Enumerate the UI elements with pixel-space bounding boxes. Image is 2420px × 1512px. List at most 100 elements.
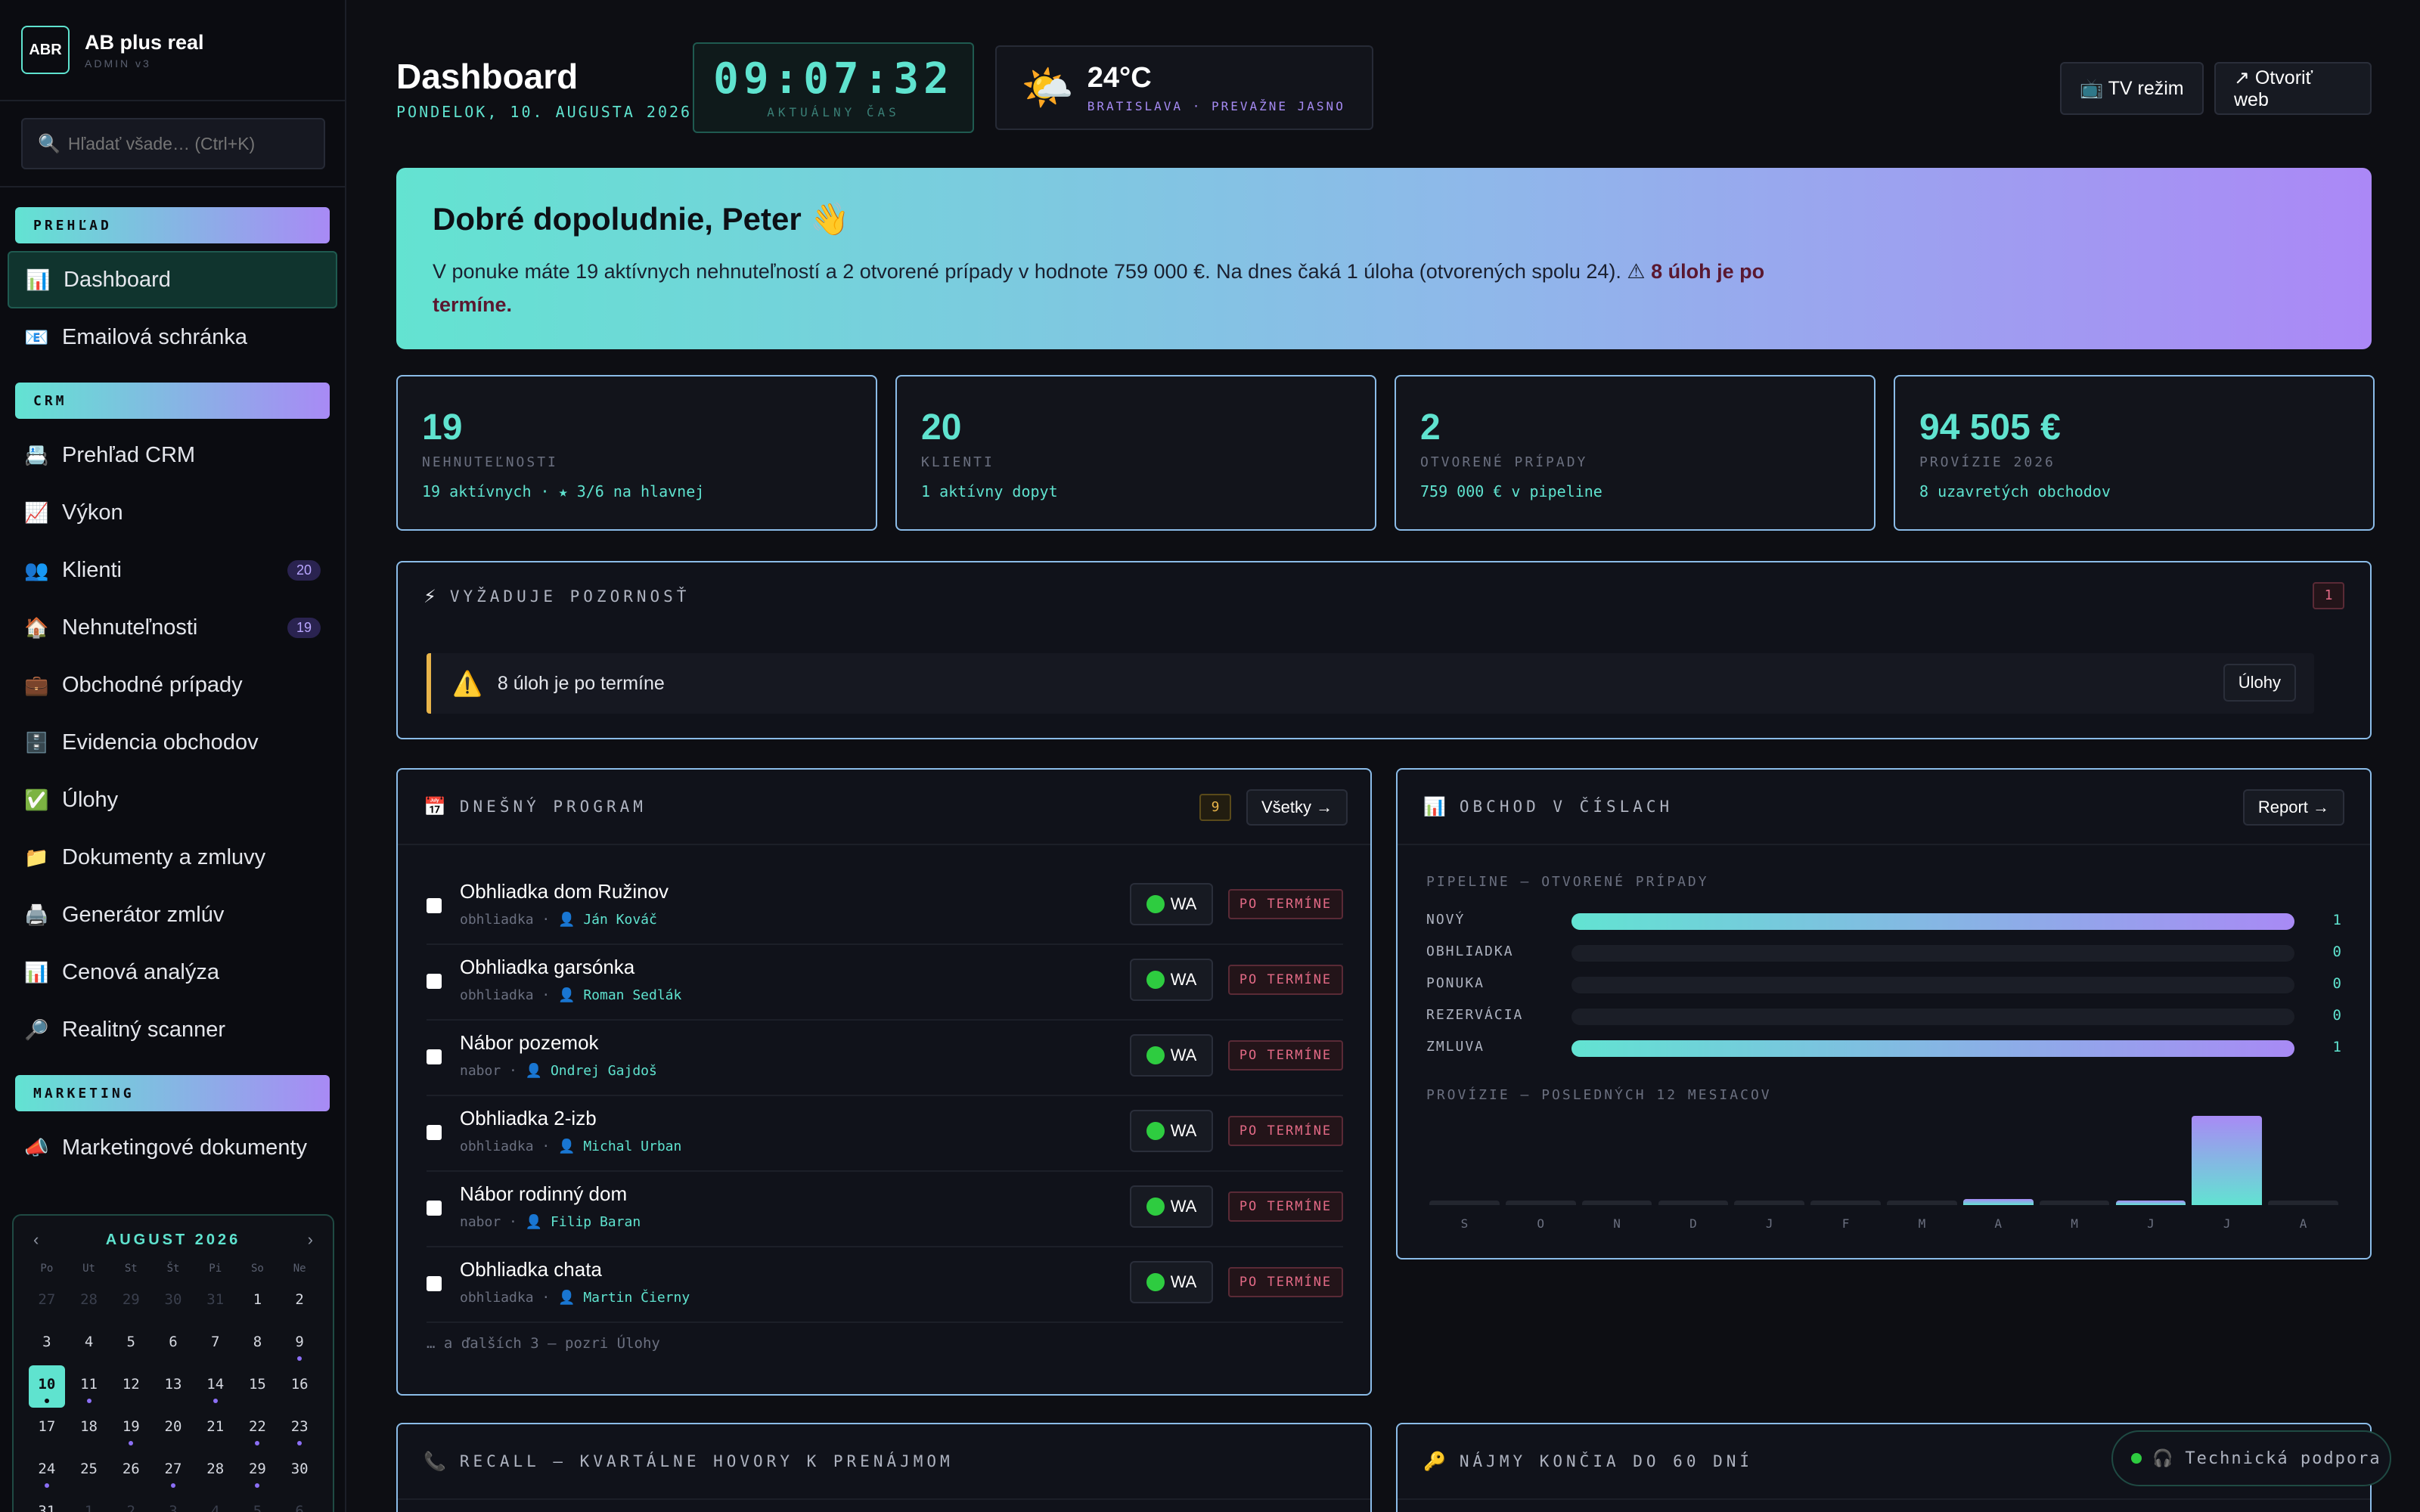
calendar-day[interactable]: 18 — [68, 1408, 110, 1450]
task-checkbox[interactable] — [427, 1125, 442, 1140]
calendar-day[interactable]: 7 — [194, 1323, 237, 1365]
calendar-day[interactable]: 13 — [152, 1365, 194, 1408]
task-title[interactable]: Obhliadka garsónka — [460, 956, 634, 979]
calendar-day[interactable]: 24 — [26, 1450, 68, 1492]
overdue-badge: PO TERMÍNE — [1228, 889, 1343, 919]
support-button[interactable]: 🎧 Technická podpora — [2111, 1430, 2391, 1486]
calendar-day[interactable]: 14 — [194, 1365, 237, 1408]
calendar-day[interactable]: 29 — [110, 1281, 152, 1323]
calendar-day[interactable]: 1 — [237, 1281, 279, 1323]
calendar-day[interactable]: 5 — [110, 1323, 152, 1365]
calendar-day[interactable]: 26 — [110, 1450, 152, 1492]
calendar-day[interactable]: 16 — [278, 1365, 321, 1408]
search-input[interactable] — [67, 133, 309, 154]
calendar-day[interactable]: 12 — [110, 1365, 152, 1408]
whatsapp-button[interactable]: WA — [1130, 883, 1213, 925]
task-client[interactable]: Roman Sedlák — [583, 987, 681, 1003]
whatsapp-button[interactable]: WA — [1130, 959, 1213, 1001]
calendar-day[interactable]: 6 — [152, 1323, 194, 1365]
calendar-day[interactable]: 25 — [68, 1450, 110, 1492]
calendar-day[interactable]: 3 — [152, 1492, 194, 1512]
task-client[interactable]: Filip Baran — [551, 1214, 641, 1230]
task-client[interactable]: Martin Čierny — [583, 1290, 690, 1306]
task-checkbox[interactable] — [427, 1201, 442, 1216]
task-title[interactable]: Nábor rodinný dom — [460, 1182, 627, 1206]
calendar-day[interactable]: 30 — [278, 1450, 321, 1492]
calendar-day[interactable]: 9 — [278, 1323, 321, 1365]
task-checkbox[interactable] — [427, 974, 442, 989]
kpi-card[interactable]: 19 NEHNUTEĽNOSTI 19 aktívnych · ★ 3/6 na h… — [396, 375, 877, 531]
calendar-day[interactable]: 2 — [278, 1281, 321, 1323]
calendar-day[interactable]: 31 — [194, 1281, 237, 1323]
whatsapp-button[interactable]: WA — [1130, 1034, 1213, 1077]
sidebar-item-label: Dokumenty a zmluvy — [62, 844, 266, 869]
kpi-card[interactable]: 2 OTVORENÉ PRÍPADY 759 000 € v pipeline — [1395, 375, 1876, 531]
tasks-button[interactable]: Úlohy — [2223, 664, 2296, 702]
sidebar-item[interactable]: 👥 Klienti 20 — [8, 541, 337, 599]
calendar-day[interactable]: 15 — [237, 1365, 279, 1408]
calendar-day[interactable]: 19 — [110, 1408, 152, 1450]
sidebar-item[interactable]: 📇 Prehľad CRM — [8, 426, 337, 484]
task-checkbox[interactable] — [427, 1049, 442, 1064]
kpi-card[interactable]: 94 505 € PROVÍZIE 2026 8 uzavretých obchod… — [1894, 375, 2375, 531]
task-client[interactable]: Ondrej Gajdoš — [551, 1063, 657, 1079]
sidebar-item[interactable]: ✅ Úlohy — [8, 771, 337, 829]
calendar-day[interactable]: 28 — [194, 1450, 237, 1492]
calendar-day[interactable]: 28 — [68, 1281, 110, 1323]
task-client[interactable]: Ján Kováč — [583, 912, 657, 928]
calendar-day[interactable]: 29 — [237, 1450, 279, 1492]
whatsapp-button[interactable]: WA — [1130, 1110, 1213, 1152]
sidebar-item[interactable]: 💼 Obchodné prípady — [8, 656, 337, 714]
calendar-day[interactable]: 1 — [68, 1492, 110, 1512]
report-button[interactable]: Report → — [2242, 789, 2344, 826]
calendar-next-button[interactable]: › — [308, 1230, 313, 1250]
sidebar-item[interactable]: 📊 Cenová analýza — [8, 943, 337, 1001]
whatsapp-button[interactable]: WA — [1130, 1261, 1213, 1303]
sidebar-item[interactable]: 🖨️ Generátor zmlúv — [8, 886, 337, 943]
task-title[interactable]: Obhliadka dom Ružinov — [460, 880, 669, 903]
task-checkbox[interactable] — [427, 898, 442, 913]
sidebar-item[interactable]: 📧 Emailová schránka — [8, 308, 337, 366]
sidebar-item[interactable]: 📁 Dokumenty a zmluvy — [8, 829, 337, 886]
calendar-day[interactable]: 8 — [237, 1323, 279, 1365]
calendar-day[interactable]: 27 — [26, 1281, 68, 1323]
sidebar-item[interactable]: 📊 Dashboard — [8, 251, 337, 308]
calendar-day[interactable]: 4 — [194, 1492, 237, 1512]
calendar-day[interactable]: 20 — [152, 1408, 194, 1450]
calendar-day[interactable]: 3 — [26, 1323, 68, 1365]
sidebar-item[interactable]: 🗄️ Evidencia obchodov — [8, 714, 337, 771]
calendar-day[interactable]: 5 — [237, 1492, 279, 1512]
calendar-day[interactable]: 17 — [26, 1408, 68, 1450]
whatsapp-button[interactable]: WA — [1130, 1185, 1213, 1228]
more-tasks-link[interactable]: … a ďalších 3 — pozri Úlohy — [427, 1335, 660, 1352]
kpi-card[interactable]: 20 KLIENTI 1 aktívny dopyt — [895, 375, 1376, 531]
task-title[interactable]: Obhliadka chata — [460, 1258, 602, 1281]
global-search[interactable]: 🔍 — [21, 118, 325, 169]
tv-mode-button[interactable]: 📺 TV režim — [2060, 62, 2204, 115]
calendar-day-number: 15 — [248, 1376, 266, 1393]
calendar-prev-button[interactable]: ‹ — [33, 1230, 39, 1250]
sidebar-item[interactable]: 📣 Marketingové dokumenty — [8, 1119, 337, 1176]
task-client[interactable]: Michal Urban — [583, 1139, 681, 1154]
calendar-day[interactable]: 2 — [110, 1492, 152, 1512]
calendar-day[interactable]: 6 — [278, 1492, 321, 1512]
brand[interactable]: ABR AB plus real ADMIN v3 — [0, 0, 345, 101]
calendar-today[interactable]: 10 — [29, 1365, 65, 1408]
calendar-day[interactable]: 22 — [237, 1408, 279, 1450]
calendar-day[interactable]: 23 — [278, 1408, 321, 1450]
sidebar-item[interactable]: 🔎 Realitný scanner — [8, 1001, 337, 1058]
sidebar-item[interactable]: 📈 Výkon — [8, 484, 337, 541]
sidebar-item[interactable]: 🏠 Nehnuteľnosti 19 — [8, 599, 337, 656]
task-title[interactable]: Obhliadka 2-izb — [460, 1107, 597, 1130]
calendar-day[interactable]: 4 — [68, 1323, 110, 1365]
calendar-day[interactable]: 27 — [152, 1450, 194, 1492]
open-web-button[interactable]: ↗ Otvoriť web — [2214, 62, 2372, 115]
all-tasks-button[interactable]: Všetky → — [1246, 789, 1348, 826]
calendar-day[interactable]: 30 — [152, 1281, 194, 1323]
task-title[interactable]: Nábor pozemok — [460, 1031, 599, 1055]
calendar-day[interactable]: 21 — [194, 1408, 237, 1450]
calendar-day[interactable]: 31 — [26, 1492, 68, 1512]
commission-bar — [1429, 1201, 1500, 1205]
calendar-day[interactable]: 11 — [68, 1365, 110, 1408]
task-checkbox[interactable] — [427, 1276, 442, 1291]
